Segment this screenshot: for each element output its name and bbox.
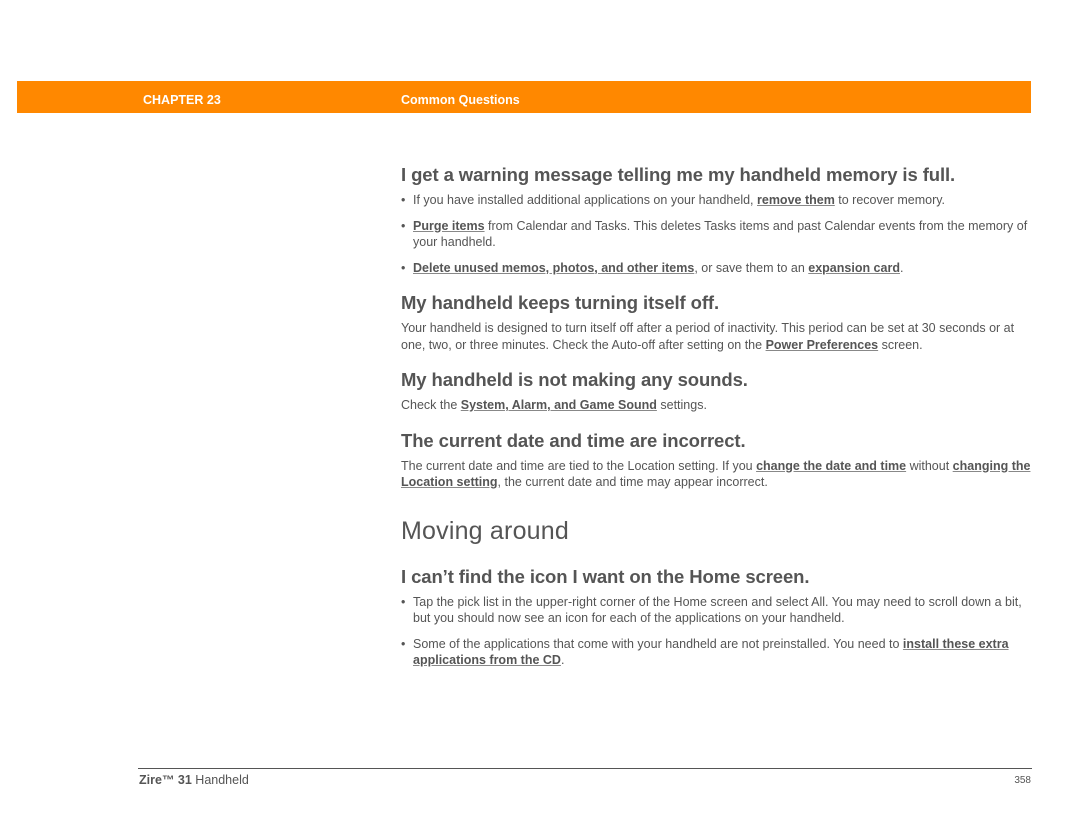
bullet-icon: •: [401, 594, 406, 609]
purge-items-link[interactable]: Purge items: [413, 219, 485, 233]
delete-unused-items-link[interactable]: Delete unused memos, photos, and other i…: [413, 261, 694, 275]
body-text: The current date and time are tied to th…: [401, 458, 757, 473]
section-heading: I can’t find the icon I want on the Home…: [401, 565, 810, 587]
section-cant-find-icon: I can’t find the icon I want on the Home…: [401, 566, 1033, 669]
footer-product-name: Zire™ 31 Handheld: [139, 773, 249, 787]
body-text: Check the: [401, 398, 461, 412]
section-memory-full: I get a warning message telling me my ha…: [401, 164, 1033, 276]
body-text: , the current date and time may appear i…: [497, 475, 768, 489]
section-body: Check the System, Alarm, and Game Sound …: [401, 397, 1033, 414]
list-item: • Tap the pick list in the upper-right co…: [401, 594, 1033, 627]
item-text: , or save them to an: [694, 260, 809, 275]
product-model: Zire™ 31: [139, 773, 192, 787]
page-content: I get a warning message telling me my ha…: [401, 164, 1033, 685]
list-item: • If you have installed additional applic…: [401, 192, 1033, 209]
bullet-icon: •: [401, 636, 406, 651]
product-type: Handheld: [191, 773, 249, 787]
list-item: • Purge items from Calendar and Tasks. Th…: [401, 218, 1033, 251]
chapter-number: CHAPTER 23: [143, 93, 221, 107]
remove-them-link[interactable]: remove them: [757, 193, 835, 207]
section-title-moving-around: Moving around: [401, 516, 569, 545]
body-text: settings.: [656, 398, 707, 412]
section-heading: My handheld keeps turning itself off.: [401, 292, 720, 313]
bullet-icon: •: [401, 193, 406, 207]
item-text: Tap the pick list in the upper-right cor…: [413, 594, 1022, 626]
change-date-time-link[interactable]: change the date and time: [756, 459, 906, 473]
item-text: .: [899, 260, 904, 275]
item-text: from Calendar and Tasks. This deletes Ta…: [413, 218, 1028, 250]
bullet-list: • Tap the pick list in the upper-right co…: [401, 594, 1033, 669]
section-heading: My handheld is not making any sounds.: [401, 369, 748, 390]
power-preferences-link[interactable]: Power Preferences: [766, 338, 879, 352]
item-text: If you have installed additional applica…: [413, 193, 757, 207]
chapter-header-bar: CHAPTER 23 Common Questions: [17, 81, 1031, 113]
section-heading: The current date and time are incorrect.: [401, 429, 746, 451]
list-item: • Delete unused memos, photos, and other …: [401, 260, 1033, 277]
bullet-icon: •: [401, 218, 406, 233]
body-text: without: [906, 458, 953, 473]
list-item: • Some of the applications that come with…: [401, 636, 1033, 669]
chapter-title: Common Questions: [401, 93, 520, 107]
item-text: .: [560, 653, 565, 667]
section-heading: I get a warning message telling me my ha…: [401, 164, 956, 185]
section-body: Your handheld is designed to turn itself…: [401, 320, 1033, 353]
item-text: to recover memory.: [834, 193, 946, 207]
section-turning-off: My handheld keeps turning itself off. Yo…: [401, 292, 1033, 353]
bullet-list: • If you have installed additional applic…: [401, 192, 1033, 276]
body-text: screen.: [878, 337, 923, 352]
item-text: Some of the applications that come with …: [413, 636, 903, 651]
bullet-icon: •: [401, 260, 406, 275]
expansion-card-link[interactable]: expansion card: [808, 261, 900, 275]
section-no-sounds: My handheld is not making any sounds. Ch…: [401, 369, 1033, 414]
sound-settings-link[interactable]: System, Alarm, and Game Sound: [461, 398, 657, 412]
section-date-time: The current date and time are incorrect.…: [401, 430, 1033, 491]
page-number: 358: [1014, 775, 1031, 786]
section-body: The current date and time are tied to th…: [401, 458, 1033, 491]
footer-divider: [138, 768, 1032, 769]
